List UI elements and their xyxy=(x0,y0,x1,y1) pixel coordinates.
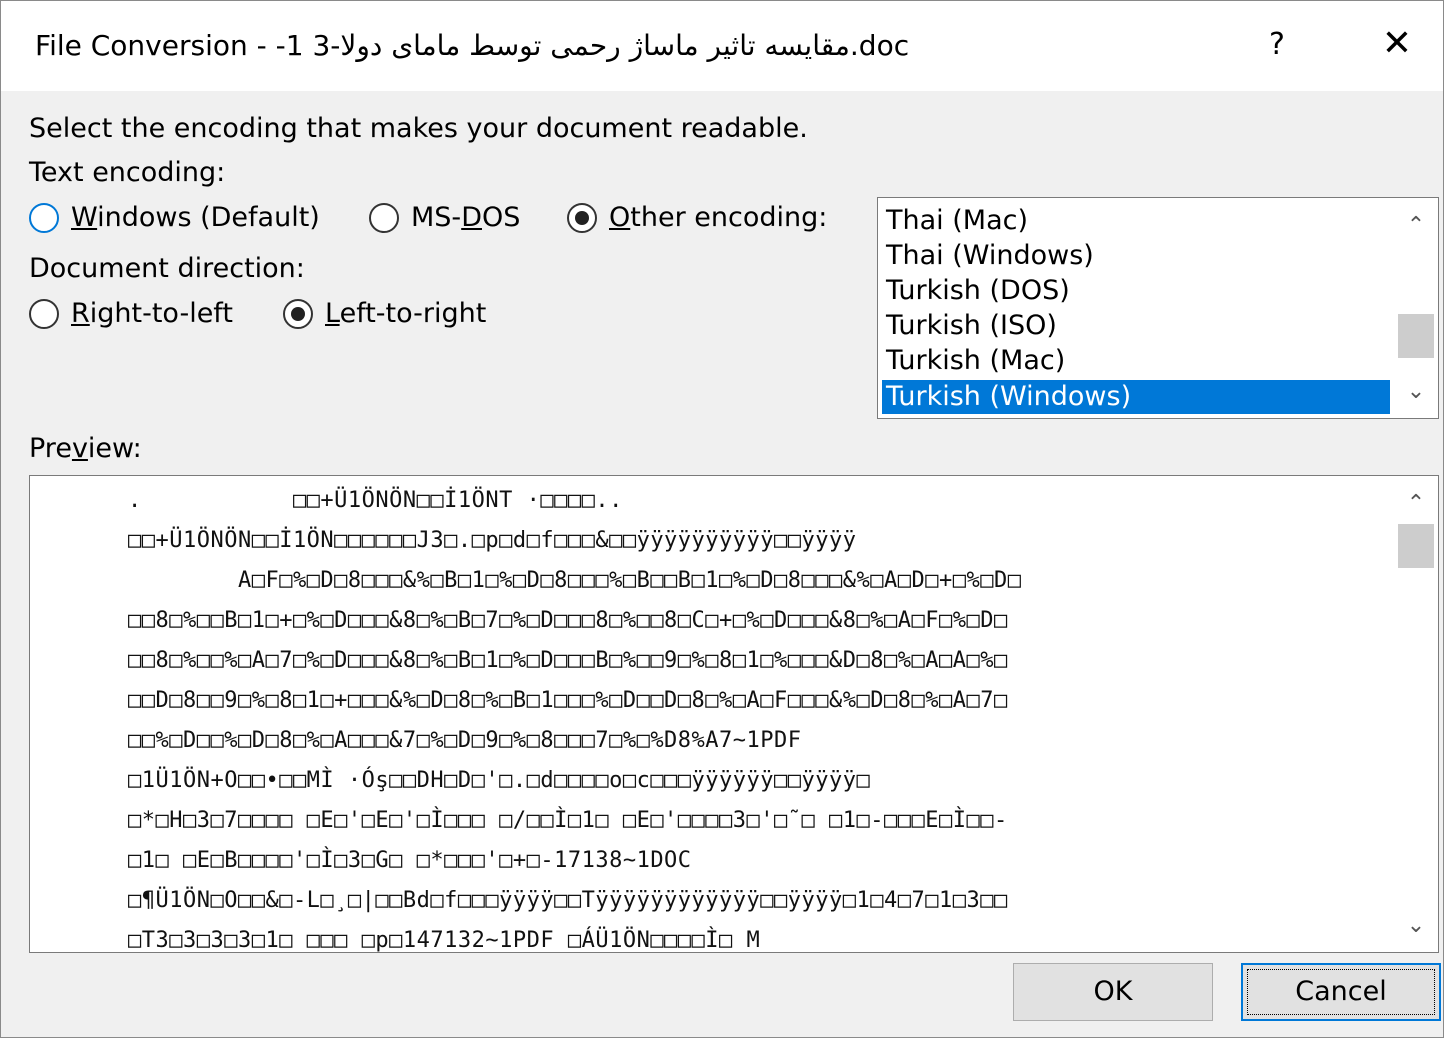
help-icon[interactable]: ? xyxy=(1263,27,1291,62)
preview-label: Preview: xyxy=(29,433,142,464)
preview-line: □□%□D□□%□D□8□%□A□□□&7□%□D□9□%□8□□□7□%□%D… xyxy=(128,728,802,753)
text-encoding-label: Text encoding: xyxy=(29,157,226,188)
document-direction-label: Document direction: xyxy=(29,253,305,284)
radio-windows-default[interactable]: Windows (Default) xyxy=(29,202,320,233)
ok-button[interactable]: OK xyxy=(1013,963,1213,1021)
scroll-down-icon[interactable]: ⌄ xyxy=(1394,904,1438,948)
radio-button-icon xyxy=(29,202,59,233)
window-title: File Conversion - -1 3-مقایسه تاثیر ماسا… xyxy=(35,29,910,62)
radio-button-checked-icon xyxy=(567,202,597,233)
radio-label: Right-to-left xyxy=(71,298,233,329)
list-item[interactable]: Thai (Windows) xyxy=(882,239,1390,273)
file-conversion-dialog: File Conversion - -1 3-مقایسه تاثیر ماسا… xyxy=(0,0,1444,1038)
cancel-button-label: Cancel xyxy=(1247,969,1435,1015)
list-item[interactable]: Turkish (Mac) xyxy=(882,344,1390,378)
preview-line: □¶Ü1ÖN□O□□&□-L□¸□|□□Bd□f□□□ÿÿÿÿ□□Tÿÿÿÿÿÿ… xyxy=(128,888,1008,913)
radio-left-to-right[interactable]: Left-to-right xyxy=(283,298,486,329)
preview-line: □T3□3□3□3□1□ □□□ □p□147132~1PDF □ÁÜ1ÖN□□… xyxy=(128,928,761,953)
preview-line: □□+Ü1ÖNÖN□□İ1ÖN□□□□□□J3□.□p□d□f□□□&□□ÿÿÿ… xyxy=(128,528,857,553)
radio-ms-dos[interactable]: MS-DOS xyxy=(369,202,520,233)
list-item[interactable]: Thai (Mac) xyxy=(882,204,1390,238)
preview-line: □*□H□3□7□□□□ □E□'□E□'□Ì□□□ □/□□Ì□1□ □E□'… xyxy=(128,808,1008,833)
radio-label: Left-to-right xyxy=(325,298,487,329)
radio-label: Windows (Default) xyxy=(71,202,320,233)
encoding-scrollbar[interactable]: ⌃ ⌄ xyxy=(1394,198,1438,418)
title-bar: File Conversion - -1 3-مقایسه تاثیر ماسا… xyxy=(1,1,1443,91)
preview-line: A□F□%□D□8□□□&%□B□1□%□D□8□□□%□B□□B□1□%□D□… xyxy=(128,568,1022,593)
radio-other-encoding[interactable]: Other encoding: xyxy=(567,202,827,233)
scrollbar-thumb[interactable] xyxy=(1398,524,1434,568)
radio-label: Other encoding: xyxy=(609,202,828,233)
close-icon[interactable]: ✕ xyxy=(1377,23,1417,64)
preview-line: □1Ü1ÖN+O□□•□□MÌ ·Óş□□DH□D□'□.□d□□□□o□c□□… xyxy=(128,768,871,793)
preview-line: □□D□8□□9□%□8□1□+□□□&%□D□8□%□B□1□□□%□D□□D… xyxy=(128,688,1008,713)
radio-button-icon xyxy=(369,202,399,233)
cancel-button[interactable]: Cancel xyxy=(1241,963,1441,1021)
radio-button-checked-icon xyxy=(283,298,313,329)
radio-label: MS-DOS xyxy=(411,202,521,233)
encoding-listbox[interactable]: Thai (Mac) Thai (Windows) Turkish (DOS) … xyxy=(877,197,1439,419)
scroll-down-icon[interactable]: ⌄ xyxy=(1394,370,1438,414)
preview-scrollbar[interactable]: ⌃ ⌄ xyxy=(1394,476,1438,952)
instruction-text: Select the encoding that makes your docu… xyxy=(29,113,808,144)
list-item[interactable]: Turkish (DOS) xyxy=(882,274,1390,308)
scroll-up-icon[interactable]: ⌃ xyxy=(1394,482,1438,526)
scrollbar-thumb[interactable] xyxy=(1398,314,1434,358)
preview-line: . □□+Ü1ÖNÖN□□İ1ÖNT ·□□□□.. xyxy=(128,488,623,513)
preview-textbox[interactable]: . □□+Ü1ÖNÖN□□İ1ÖNT ·□□□□.. □□+Ü1ÖNÖN□□İ1… xyxy=(29,475,1439,953)
scroll-up-icon[interactable]: ⌃ xyxy=(1394,204,1438,248)
radio-button-icon xyxy=(29,298,59,329)
preview-line: □1□ □E□B□□□□'□Ì□3□G□ □*□□□'□+□-17138~1DO… xyxy=(128,848,692,873)
radio-right-to-left[interactable]: Right-to-left xyxy=(29,298,233,329)
preview-line: □□8□%□□B□1□+□%□D□□□&8□%□B□7□%□D□□□8□%□□8… xyxy=(128,608,1008,633)
preview-line: □□8□%□□%□A□7□%□D□□□&8□%□B□1□%□D□□□B□%□□9… xyxy=(128,648,1008,673)
list-item[interactable]: Turkish (ISO) xyxy=(882,309,1390,343)
list-item-selected[interactable]: Turkish (Windows) xyxy=(882,380,1390,414)
